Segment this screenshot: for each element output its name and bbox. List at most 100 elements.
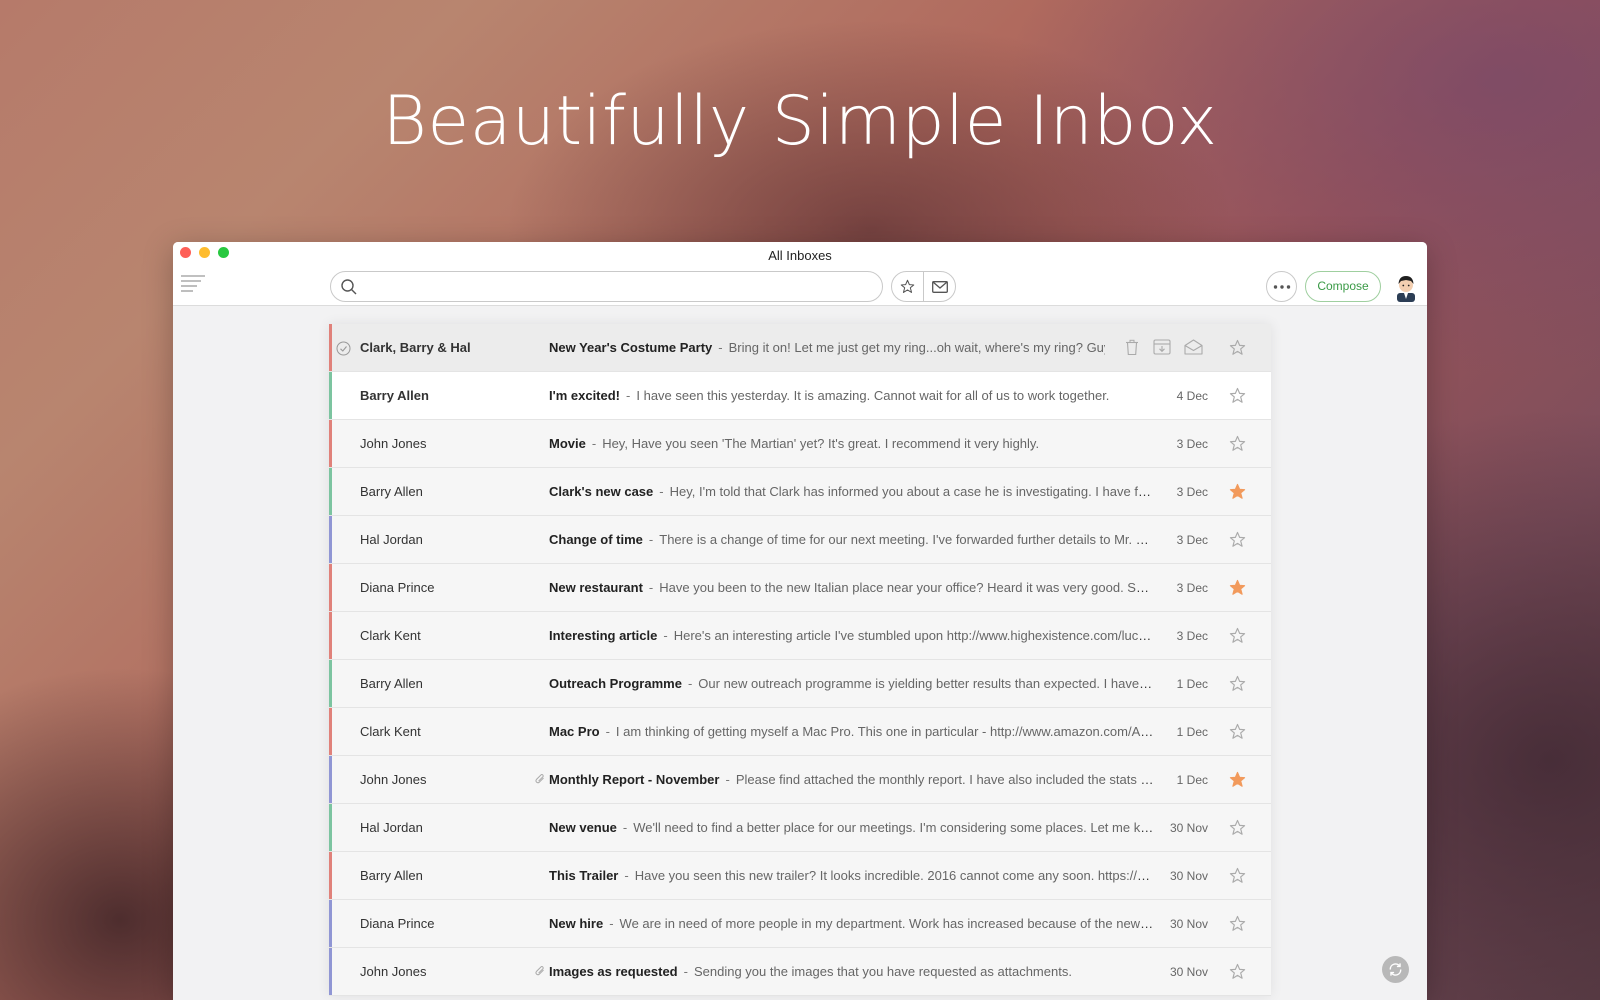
email-row[interactable]: Diana Prince New restaurant - Have you been… bbox=[329, 564, 1271, 612]
email-date: 3 Dec bbox=[1176, 436, 1208, 451]
email-snippet: Hey, Have you seen 'The Martian' yet? It… bbox=[602, 436, 1040, 451]
email-preview: Images as requested - Sending you the imag… bbox=[549, 964, 1154, 979]
sync-button[interactable] bbox=[1382, 956, 1409, 983]
unread-filter-button[interactable] bbox=[923, 272, 955, 301]
email-preview: New Year's Costume Party - Bring it on! Le… bbox=[549, 340, 1105, 355]
account-color-bar bbox=[329, 420, 332, 467]
email-row[interactable]: Barry Allen This Trailer - Have you seen th… bbox=[329, 852, 1271, 900]
separator: - bbox=[648, 532, 654, 547]
email-row[interactable]: Clark Kent Mac Pro - I am thinking of getti… bbox=[329, 708, 1271, 756]
email-date: 1 Dec bbox=[1176, 772, 1208, 787]
email-snippet: Bring it on! Let me just get my ring...o… bbox=[728, 340, 1105, 355]
star-icon[interactable] bbox=[1229, 963, 1246, 980]
email-sender: Barry Allen bbox=[360, 484, 423, 499]
star-icon[interactable] bbox=[1229, 531, 1246, 548]
email-subject: Interesting article bbox=[549, 628, 658, 643]
trash-icon[interactable] bbox=[1124, 339, 1140, 356]
email-row[interactable]: Diana Prince New hire - We are in need of m… bbox=[329, 900, 1271, 948]
star-icon[interactable] bbox=[1229, 627, 1246, 644]
account-color-bar bbox=[329, 564, 332, 611]
email-row[interactable]: Clark Kent Interesting article - Here's an … bbox=[329, 612, 1271, 660]
mail-window: All Inboxes Compose Clark, Barry & Hal N… bbox=[173, 242, 1427, 1000]
email-row[interactable]: Clark, Barry & Hal New Year's Costume Par… bbox=[329, 324, 1271, 372]
email-preview: Mac Pro - I am thinking of getting myself … bbox=[549, 724, 1154, 739]
search-icon bbox=[341, 279, 357, 295]
compose-button[interactable]: Compose bbox=[1305, 271, 1381, 302]
email-row[interactable]: John Jones Monthly Report - November - Plea… bbox=[329, 756, 1271, 804]
email-date: 3 Dec bbox=[1176, 580, 1208, 595]
email-sender: John Jones bbox=[360, 964, 427, 979]
separator: - bbox=[622, 820, 628, 835]
ellipsis-icon bbox=[1273, 284, 1290, 289]
email-sender: Hal Jordan bbox=[360, 820, 423, 835]
star-icon[interactable] bbox=[1229, 387, 1246, 404]
email-preview: New hire - We are in need of more people i… bbox=[549, 916, 1154, 931]
archive-icon[interactable] bbox=[1153, 339, 1171, 355]
separator: - bbox=[687, 676, 693, 691]
star-icon[interactable] bbox=[1229, 867, 1246, 884]
email-subject: Clark's new case bbox=[549, 484, 654, 499]
email-subject: New venue bbox=[549, 820, 617, 835]
email-sender: Diana Prince bbox=[360, 916, 435, 931]
email-sender: Diana Prince bbox=[360, 580, 435, 595]
star-filled-icon[interactable] bbox=[1229, 579, 1246, 596]
star-icon[interactable] bbox=[1229, 339, 1246, 356]
email-sender: Barry Allen bbox=[360, 388, 429, 403]
toolbar: Compose bbox=[173, 270, 1427, 306]
attachment-icon bbox=[535, 966, 544, 976]
menu-icon[interactable] bbox=[180, 273, 206, 295]
email-subject: Monthly Report - November bbox=[549, 772, 720, 787]
email-preview: Clark's new case - Hey, I'm told that Clar… bbox=[549, 484, 1154, 499]
email-row[interactable]: Barry Allen I'm excited! - I have seen this… bbox=[329, 372, 1271, 420]
email-snippet: Our new outreach programme is yielding b… bbox=[698, 676, 1154, 691]
account-color-bar bbox=[329, 852, 332, 899]
email-row[interactable]: John Jones Images as requested - Sending yo… bbox=[329, 948, 1271, 996]
avatar[interactable] bbox=[1391, 271, 1421, 302]
star-filled-icon[interactable] bbox=[1229, 771, 1246, 788]
search-input[interactable] bbox=[365, 276, 865, 298]
mark-read-icon[interactable] bbox=[1184, 339, 1203, 355]
email-snippet: There is a change of time for our next m… bbox=[659, 532, 1154, 547]
title-bar: All Inboxes bbox=[173, 242, 1427, 270]
email-snippet: I have seen this yesterday. It is amazin… bbox=[636, 388, 1110, 403]
account-color-bar bbox=[329, 324, 332, 371]
email-row[interactable]: John Jones Movie - Hey, Have you seen 'The … bbox=[329, 420, 1271, 468]
account-color-bar bbox=[329, 900, 332, 947]
email-date: 1 Dec bbox=[1176, 676, 1208, 691]
email-date: 4 Dec bbox=[1176, 388, 1208, 403]
star-icon[interactable] bbox=[1229, 675, 1246, 692]
account-color-bar bbox=[329, 804, 332, 851]
email-subject: I'm excited! bbox=[549, 388, 621, 403]
star-icon[interactable] bbox=[1229, 915, 1246, 932]
email-preview: Interesting article - Here's an interestin… bbox=[549, 628, 1154, 643]
email-subject: Movie bbox=[549, 436, 586, 451]
email-subject: Images as requested bbox=[549, 964, 678, 979]
email-sender: John Jones bbox=[360, 436, 427, 451]
starred-filter-button[interactable] bbox=[892, 272, 923, 301]
email-subject: New hire bbox=[549, 916, 604, 931]
more-options-button[interactable] bbox=[1266, 271, 1297, 302]
email-row[interactable]: Barry Allen Outreach Programme - Our new ou… bbox=[329, 660, 1271, 708]
email-preview: This Trailer - Have you seen this new trai… bbox=[549, 868, 1154, 883]
email-list: Clark, Barry & Hal New Year's Costume Par… bbox=[329, 324, 1271, 996]
email-date: 30 Nov bbox=[1169, 964, 1208, 979]
star-filled-icon[interactable] bbox=[1229, 483, 1246, 500]
email-snippet: Have you seen this new trailer? It looks… bbox=[634, 868, 1154, 883]
separator: - bbox=[725, 772, 730, 787]
select-checkbox-icon[interactable] bbox=[336, 341, 351, 356]
star-icon[interactable] bbox=[1229, 435, 1246, 452]
window-title: All Inboxes bbox=[768, 248, 832, 263]
filter-group bbox=[891, 271, 956, 302]
account-color-bar bbox=[329, 516, 332, 563]
search-bar bbox=[330, 271, 883, 302]
star-icon[interactable] bbox=[1229, 723, 1246, 740]
account-color-bar bbox=[329, 612, 332, 659]
email-row[interactable]: Barry Allen Clark's new case - Hey, I'm tol… bbox=[329, 468, 1271, 516]
email-date: 3 Dec bbox=[1176, 628, 1208, 643]
email-subject: Mac Pro bbox=[549, 724, 600, 739]
star-icon[interactable] bbox=[1229, 819, 1246, 836]
email-subject: Change of time bbox=[549, 532, 643, 547]
email-row[interactable]: Hal Jordan Change of time - There is a chan… bbox=[329, 516, 1271, 564]
email-snippet: We'll need to find a better place for ou… bbox=[633, 820, 1154, 835]
email-row[interactable]: Hal Jordan New venue - We'll need to find a… bbox=[329, 804, 1271, 852]
